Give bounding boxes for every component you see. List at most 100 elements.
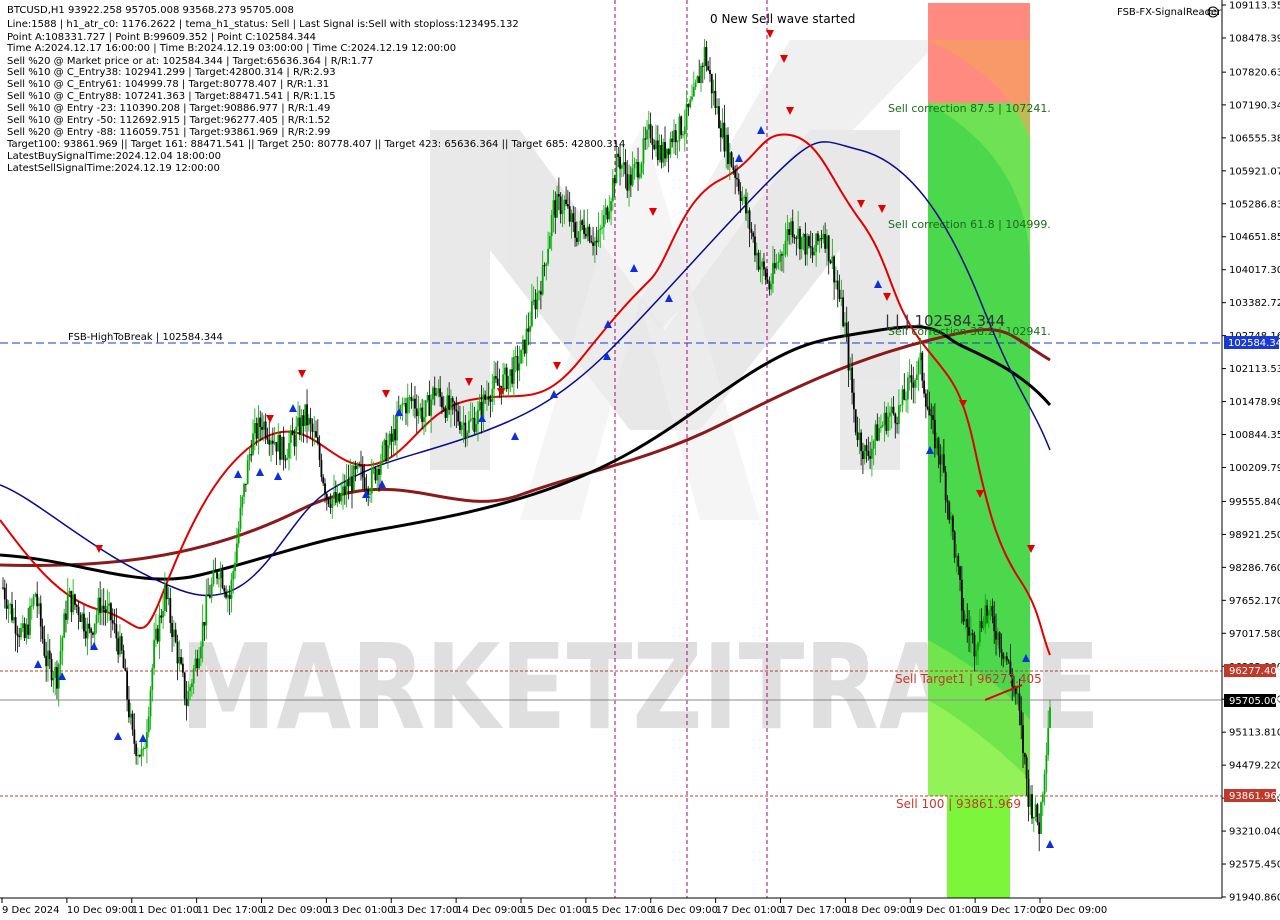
candle-body xyxy=(754,236,756,256)
candle-body xyxy=(264,421,267,438)
candle-body xyxy=(2,587,4,589)
candle-body xyxy=(665,148,668,159)
candle-body xyxy=(858,432,861,441)
candle-body xyxy=(941,454,943,465)
candle-body xyxy=(975,650,978,657)
candle-body xyxy=(538,291,540,293)
fib-label-sell-87: Sell correction 87.5 | 107241. xyxy=(888,102,1051,115)
candle-body xyxy=(728,152,731,165)
y-tick-label: 91940.860 xyxy=(1229,893,1280,904)
candle-body xyxy=(529,326,531,332)
candle-body xyxy=(324,483,326,494)
candle-body xyxy=(962,610,965,622)
candle-body xyxy=(257,417,260,439)
candle-body xyxy=(1018,693,1021,711)
candle-body xyxy=(651,138,654,145)
candle-body xyxy=(232,571,235,580)
candle-body xyxy=(426,395,429,401)
candle-body xyxy=(228,594,231,599)
candle-body xyxy=(167,597,170,600)
y-tick-label: 99555.840 xyxy=(1229,497,1280,508)
candle-body xyxy=(390,433,393,442)
candle-body xyxy=(1040,802,1042,834)
candle-body xyxy=(723,122,726,152)
candle-body xyxy=(5,599,8,609)
price-tag-sell100: 93861.969 xyxy=(1224,789,1280,802)
y-tick-label: 98286.760 xyxy=(1229,563,1280,574)
candle-body xyxy=(647,124,650,130)
candle-body xyxy=(88,623,91,629)
info-line: Sell %10 @ C_Entry61: 104999.78 | Target… xyxy=(7,79,329,90)
candle-body xyxy=(126,670,129,700)
candle-body xyxy=(464,422,467,438)
price-tag-high-to-break-text: 102584.344 xyxy=(1228,338,1280,349)
candle-body xyxy=(1027,778,1030,807)
y-tick-label: 102113.530 xyxy=(1229,364,1280,375)
candle-body xyxy=(881,425,884,427)
candle-body xyxy=(827,235,830,262)
candle-body xyxy=(504,367,506,375)
candle-body xyxy=(906,377,909,400)
candle-body xyxy=(117,638,120,655)
candle-body xyxy=(577,231,580,243)
candle-body xyxy=(557,194,560,197)
candle-body xyxy=(275,442,278,452)
candle-body xyxy=(180,657,182,664)
candle-body xyxy=(111,620,114,624)
candle-body xyxy=(863,445,866,459)
candle-body xyxy=(748,210,751,230)
y-tick-label: 101478.980 xyxy=(1229,397,1280,408)
candle-body xyxy=(482,394,485,418)
candle-body xyxy=(423,416,425,422)
y-tick-label: 98921.250 xyxy=(1229,530,1280,541)
candle-body xyxy=(52,677,55,681)
candle-body xyxy=(322,477,325,484)
candle-body xyxy=(1049,707,1051,728)
y-axis: 109113.350 108478.390 107820.630 107190.345… xyxy=(1222,1,1280,904)
candle-body xyxy=(212,570,215,585)
candle-body xyxy=(799,228,801,250)
candle-body xyxy=(757,252,760,270)
candle-body xyxy=(755,252,758,256)
candle-body xyxy=(415,408,418,417)
candle-body xyxy=(507,375,510,390)
candle-body xyxy=(48,650,51,659)
candle-body xyxy=(687,103,690,108)
x-tick-label: 20 Dec 09:00 xyxy=(1040,905,1107,916)
candle-body xyxy=(808,236,810,247)
candle-body xyxy=(90,628,93,633)
candle-body xyxy=(72,594,75,613)
candle-body xyxy=(165,585,168,600)
candle-body xyxy=(1032,816,1035,819)
candle-body xyxy=(45,655,48,667)
candle-body xyxy=(325,493,328,499)
candle-body xyxy=(813,251,816,256)
candle-body xyxy=(829,261,832,264)
candle-body xyxy=(243,483,245,497)
candle-body xyxy=(183,672,186,699)
candle-body xyxy=(221,571,224,588)
x-tick-label: 9 Dec 2024 xyxy=(2,905,60,916)
candle-body xyxy=(1047,727,1050,755)
candle-body xyxy=(766,279,769,282)
candle-body xyxy=(79,615,82,623)
candle-body xyxy=(782,254,785,256)
x-tick-label: 17 Dec 01:00 xyxy=(716,905,783,916)
candle-body xyxy=(840,297,843,299)
candle-body xyxy=(74,594,76,605)
candle-body xyxy=(75,604,78,607)
candle-body xyxy=(960,579,963,611)
candle-body xyxy=(194,658,197,669)
candle-body xyxy=(155,628,157,640)
candle-body xyxy=(987,610,990,616)
candle-body xyxy=(570,213,573,222)
candle-body xyxy=(736,177,738,180)
fib-label-target1: Sell Target1 | 96277.405 xyxy=(895,672,1042,686)
candle-body xyxy=(750,229,753,233)
candle-body xyxy=(802,233,805,238)
candle-body xyxy=(611,178,614,202)
y-tick-label: 103382.720 xyxy=(1229,298,1280,309)
candle-body xyxy=(306,404,308,426)
candle-body xyxy=(676,141,679,143)
candle-body xyxy=(444,409,447,418)
